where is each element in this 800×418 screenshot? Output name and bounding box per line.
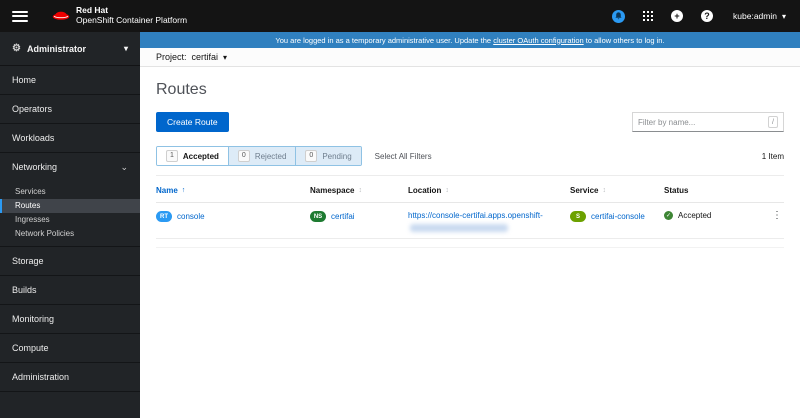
pending-label: Pending <box>322 151 352 161</box>
status-cell: ✓ Accepted <box>664 211 764 220</box>
main-content: Project: certifai ▾ Routes Create Route … <box>140 48 800 418</box>
service-cell: S certifai-console <box>570 211 664 222</box>
brand-text: Red Hat OpenShift Container Platform <box>76 5 188 26</box>
status-success-icon: ✓ <box>664 211 673 220</box>
redhat-logo-icon <box>52 7 70 26</box>
caret-down-icon: ▾ <box>223 52 228 62</box>
rejected-label: Rejected <box>254 151 287 161</box>
banner-text-before: You are logged in as a temporary adminis… <box>275 35 494 45</box>
sidebar-item-networking[interactable]: Networking ⌄ <box>0 153 140 182</box>
item-count: 1 Item <box>761 151 784 161</box>
column-header-name[interactable]: Name ↑ <box>156 186 310 195</box>
brand: Red Hat OpenShift Container Platform <box>52 5 188 26</box>
column-header-location[interactable]: Location ↕ <box>408 186 570 195</box>
accepted-label: Accepted <box>182 151 219 161</box>
namespace-cell: NS certifai <box>310 211 408 222</box>
networking-children: Services Routes Ingresses Network Polici… <box>0 182 140 247</box>
row-kebab-menu[interactable]: ⋮ <box>764 211 790 221</box>
project-label: Project: <box>156 52 187 62</box>
table-row: RT console NS certifai https://console-c… <box>156 203 784 239</box>
sort-icon: ↕ <box>358 187 362 194</box>
location-cell: https://console-certifai.apps.openshift- <box>408 211 570 232</box>
accepted-count-badge: 1 <box>166 150 178 162</box>
sort-icon: ↕ <box>602 187 606 194</box>
chevron-down-icon: ⌄ <box>120 162 128 172</box>
project-value: certifai <box>191 52 219 62</box>
help-icon[interactable]: ? <box>701 10 714 22</box>
perspective-label: Administrator <box>26 43 86 54</box>
filter-chip-accepted[interactable]: 1 Accepted <box>157 147 229 165</box>
sidebar-item-storage[interactable]: Storage <box>0 247 140 276</box>
service-badge: S <box>570 211 586 222</box>
sidebar-item-network-policies[interactable]: Network Policies <box>0 227 140 241</box>
namespace-link[interactable]: certifai <box>331 212 355 221</box>
table-end-divider <box>156 239 784 248</box>
openshift-console: Red Hat OpenShift Container Platform + ?… <box>0 0 800 418</box>
project-selector[interactable]: Project: certifai ▾ <box>140 48 800 67</box>
route-link[interactable]: console <box>177 212 205 221</box>
temp-admin-banner: You are logged in as a temporary adminis… <box>140 32 800 48</box>
masthead-toolbar: + ? kube:admin ▾ <box>594 9 786 23</box>
username: kube:admin <box>733 11 777 21</box>
perspective-switcher[interactable]: ⚙ Administrator ▾ <box>0 32 140 66</box>
select-all-filters[interactable]: Select All Filters <box>375 152 432 161</box>
pending-count-badge: 0 <box>305 150 318 162</box>
column-header-namespace[interactable]: Namespace ↕ <box>310 186 408 195</box>
sidebar-item-workloads[interactable]: Workloads <box>0 124 140 153</box>
status-filter-group: 1 Accepted 0 Rejected 0 Pending <box>156 146 362 166</box>
column-header-status[interactable]: Status <box>664 186 764 195</box>
cluster-oauth-link[interactable]: cluster OAuth configuration <box>493 36 583 45</box>
app-launcher-icon[interactable] <box>642 10 654 22</box>
filter-chip-pending[interactable]: 0 Pending <box>296 147 361 165</box>
sidebar-item-ingresses[interactable]: Ingresses <box>0 213 140 227</box>
filter-chip-rejected[interactable]: 0 Rejected <box>228 147 297 165</box>
sidebar-item-compute[interactable]: Compute <box>0 334 140 363</box>
masthead: Red Hat OpenShift Container Platform + ?… <box>0 0 800 32</box>
banner-text-after: to allow others to log in. <box>583 35 665 45</box>
sidebar-item-monitoring[interactable]: Monitoring <box>0 305 140 334</box>
filter-by-name-input[interactable] <box>638 117 769 127</box>
networking-label: Networking <box>12 162 58 172</box>
sidebar-item-operators[interactable]: Operators <box>0 95 140 124</box>
user-menu[interactable]: kube:admin ▾ <box>733 11 786 21</box>
sidebar-item-builds[interactable]: Builds <box>0 276 140 305</box>
sidebar-item-services[interactable]: Services <box>0 185 140 199</box>
keyboard-shortcut-hint: / <box>768 116 778 128</box>
gear-icon: ⚙ <box>12 43 21 54</box>
caret-down-icon: ▾ <box>781 11 786 21</box>
status-label: Accepted <box>678 211 712 220</box>
page-title: Routes <box>156 81 207 98</box>
routes-table: Name ↑ Namespace ↕ Location ↕ Service ↕ <box>156 176 784 248</box>
sort-asc-icon: ↑ <box>181 187 186 194</box>
notifications-icon[interactable] <box>611 9 625 23</box>
import-yaml-plus-icon[interactable]: + <box>671 10 684 22</box>
sidebar-nav: Home Operators Workloads Networking ⌄ Se… <box>0 66 140 392</box>
service-link[interactable]: certifai-console <box>591 212 645 221</box>
toolbar: Create Route / <box>156 112 784 132</box>
routes-page: Routes Create Route / 1 Accepted 0 Rejec <box>140 81 800 248</box>
sort-icon: ↕ <box>445 187 449 194</box>
caret-down-icon: ▾ <box>123 44 128 53</box>
route-badge: RT <box>156 211 172 222</box>
create-route-button[interactable]: Create Route <box>156 112 229 132</box>
table-header: Name ↑ Namespace ↕ Location ↕ Service ↕ <box>156 176 784 203</box>
sidebar-item-home[interactable]: Home <box>0 66 140 95</box>
sidebar: ⚙ Administrator ▾ Home Operators Workloa… <box>0 32 140 418</box>
brand-line2: OpenShift Container Platform <box>76 15 188 25</box>
column-header-service[interactable]: Service ↕ <box>570 186 664 195</box>
sidebar-item-routes[interactable]: Routes <box>0 199 140 213</box>
hamburger-menu-icon[interactable] <box>12 10 28 22</box>
location-redacted-blur <box>410 224 508 232</box>
name-filter: / <box>632 112 784 132</box>
namespace-badge: NS <box>310 211 326 222</box>
sidebar-item-administration[interactable]: Administration <box>0 363 140 392</box>
rejected-count-badge: 0 <box>237 150 250 162</box>
name-cell: RT console <box>156 211 310 222</box>
location-link[interactable]: https://console-certifai.apps.openshift- <box>408 211 543 220</box>
filter-row: 1 Accepted 0 Rejected 0 Pending Select A… <box>156 146 784 176</box>
